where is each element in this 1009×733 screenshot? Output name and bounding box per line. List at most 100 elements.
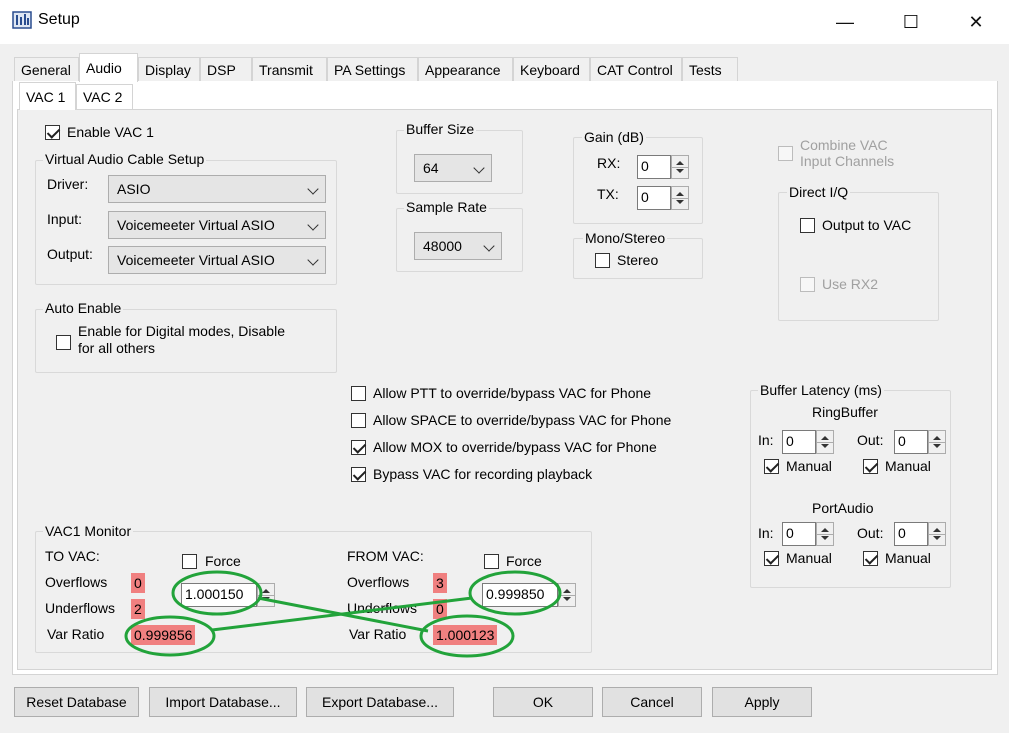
- portaudio-out-manual-checkbox[interactable]: [863, 551, 878, 566]
- sample-rate-legend: Sample Rate: [404, 199, 489, 215]
- gain-group: [573, 137, 703, 224]
- mono-stereo-legend: Mono/Stereo: [583, 230, 668, 246]
- apply-button[interactable]: Apply: [712, 687, 812, 717]
- stereo-checkbox[interactable]: [595, 253, 610, 268]
- use-rx2-checkbox[interactable]: [800, 277, 815, 292]
- driver-label: Driver:: [47, 176, 89, 192]
- output-select[interactable]: Voicemeeter Virtual ASIO: [108, 246, 326, 274]
- spin-down-icon: [676, 200, 684, 204]
- ringbuffer-in-input[interactable]: 0: [782, 430, 816, 454]
- portaudio-in-spinner[interactable]: [816, 522, 834, 546]
- tab-audio[interactable]: Audio: [79, 53, 138, 82]
- to-vac-underflows-label: Underflows: [45, 600, 116, 616]
- ok-button[interactable]: OK: [493, 687, 593, 717]
- bypass-recording-checkbox[interactable]: [351, 467, 366, 482]
- portaudio-out-spinner[interactable]: [928, 522, 946, 546]
- spin-down-icon: [262, 597, 270, 601]
- portaudio-title: PortAudio: [812, 500, 874, 516]
- ringbuffer-out-manual-label: Manual: [885, 458, 931, 474]
- chevron-down-icon: [307, 219, 319, 231]
- to-vac-force-checkbox[interactable]: [182, 554, 197, 569]
- auto-enable-label-line2: for all others: [78, 340, 156, 356]
- direct-iq-group: [778, 192, 939, 321]
- import-database-button[interactable]: Import Database...: [149, 687, 297, 717]
- to-vac-overflows-label: Overflows: [45, 574, 108, 590]
- chevron-down-icon: [307, 183, 319, 195]
- ringbuffer-title: RingBuffer: [812, 404, 878, 420]
- input-select[interactable]: Voicemeeter Virtual ASIO: [108, 211, 326, 239]
- vac-setup-legend: Virtual Audio Cable Setup: [43, 151, 207, 167]
- from-vac-force-checkbox[interactable]: [484, 554, 499, 569]
- close-icon: ✕: [968, 11, 984, 32]
- spin-down-icon: [676, 169, 684, 173]
- output-label: Output:: [47, 246, 93, 262]
- allow-ptt-checkbox[interactable]: [351, 386, 366, 401]
- enable-vac-label: Enable VAC 1: [67, 124, 154, 140]
- ringbuffer-out-manual-checkbox[interactable]: [863, 459, 878, 474]
- sample-rate-select[interactable]: 48000: [414, 232, 502, 260]
- combine-vac-checkbox[interactable]: [778, 146, 793, 161]
- chevron-down-icon: [483, 240, 495, 252]
- use-rx2-label: Use RX2: [822, 276, 879, 292]
- maximize-button[interactable]: ☐: [878, 0, 944, 44]
- allow-mox-checkbox[interactable]: [351, 440, 366, 455]
- from-vac-ratio-spinner[interactable]: [558, 583, 576, 607]
- from-vac-ratio-input[interactable]: 0.999850: [482, 583, 558, 607]
- from-vac-force-label: Force: [506, 553, 542, 569]
- ringbuffer-in-spinner[interactable]: [816, 430, 834, 454]
- tab-dsp[interactable]: DSP: [200, 57, 252, 81]
- tab-tests[interactable]: Tests: [682, 57, 738, 81]
- output-to-vac-checkbox[interactable]: [800, 218, 815, 233]
- ringbuffer-in-label: In:: [758, 432, 774, 448]
- tx-gain-spinner[interactable]: [671, 186, 689, 210]
- from-vac-var-ratio-value: 1.000123: [433, 625, 498, 645]
- auto-enable-checkbox[interactable]: [56, 335, 71, 350]
- ringbuffer-out-input[interactable]: 0: [894, 430, 928, 454]
- tab-pa-settings[interactable]: PA Settings: [327, 57, 418, 81]
- tab-general[interactable]: General: [14, 57, 79, 81]
- tx-gain-input[interactable]: 0: [637, 186, 671, 210]
- window-title: Setup: [38, 11, 80, 28]
- tab-cat-control[interactable]: CAT Control: [590, 57, 682, 81]
- to-vac-ratio-input[interactable]: 1.000150: [181, 583, 257, 607]
- from-vac-var-ratio-label: Var Ratio: [349, 626, 407, 642]
- portaudio-in-manual-checkbox[interactable]: [764, 551, 779, 566]
- spin-up-icon: [933, 528, 941, 532]
- close-button[interactable]: ✕: [943, 0, 1009, 44]
- portaudio-in-label: In:: [758, 525, 774, 541]
- portaudio-in-manual-label: Manual: [786, 550, 832, 566]
- ringbuffer-in-manual-checkbox[interactable]: [764, 459, 779, 474]
- tab-appearance[interactable]: Appearance: [418, 57, 513, 81]
- to-vac-ratio-spinner[interactable]: [257, 583, 275, 607]
- to-vac-force-label: Force: [205, 553, 241, 569]
- subtab-vac1[interactable]: VAC 1: [19, 82, 76, 110]
- to-vac-var-ratio-label: Var Ratio: [47, 626, 105, 642]
- portaudio-in-input[interactable]: 0: [782, 522, 816, 546]
- enable-vac-checkbox[interactable]: [45, 125, 60, 140]
- allow-space-checkbox[interactable]: [351, 413, 366, 428]
- portaudio-out-input[interactable]: 0: [894, 522, 928, 546]
- to-vac-overflows-value: 0: [131, 573, 145, 593]
- input-value: Voicemeeter Virtual ASIO: [117, 217, 275, 233]
- ringbuffer-out-spinner[interactable]: [928, 430, 946, 454]
- ringbuffer-in-manual-label: Manual: [786, 458, 832, 474]
- driver-select[interactable]: ASIO: [108, 175, 326, 203]
- from-vac-title: FROM VAC:: [347, 548, 424, 564]
- subtab-vac2[interactable]: VAC 2: [76, 84, 133, 109]
- export-database-button[interactable]: Export Database...: [306, 687, 454, 717]
- minimize-button[interactable]: —: [812, 0, 878, 44]
- spin-up-icon: [676, 192, 684, 196]
- spin-down-icon: [933, 444, 941, 448]
- reset-database-button[interactable]: Reset Database: [14, 687, 139, 717]
- cancel-button[interactable]: Cancel: [602, 687, 702, 717]
- rx-gain-spinner[interactable]: [671, 155, 689, 179]
- rx-gain-input[interactable]: 0: [637, 155, 671, 179]
- tab-display[interactable]: Display: [138, 57, 200, 81]
- output-to-vac-label: Output to VAC: [822, 217, 912, 233]
- allow-mox-label: Allow MOX to override/bypass VAC for Pho…: [373, 439, 657, 455]
- tab-keyboard[interactable]: Keyboard: [513, 57, 590, 81]
- buffer-size-select[interactable]: 64: [414, 154, 492, 182]
- tab-transmit[interactable]: Transmit: [252, 57, 327, 81]
- maximize-icon: ☐: [902, 11, 920, 32]
- portaudio-out-label: Out:: [857, 525, 884, 541]
